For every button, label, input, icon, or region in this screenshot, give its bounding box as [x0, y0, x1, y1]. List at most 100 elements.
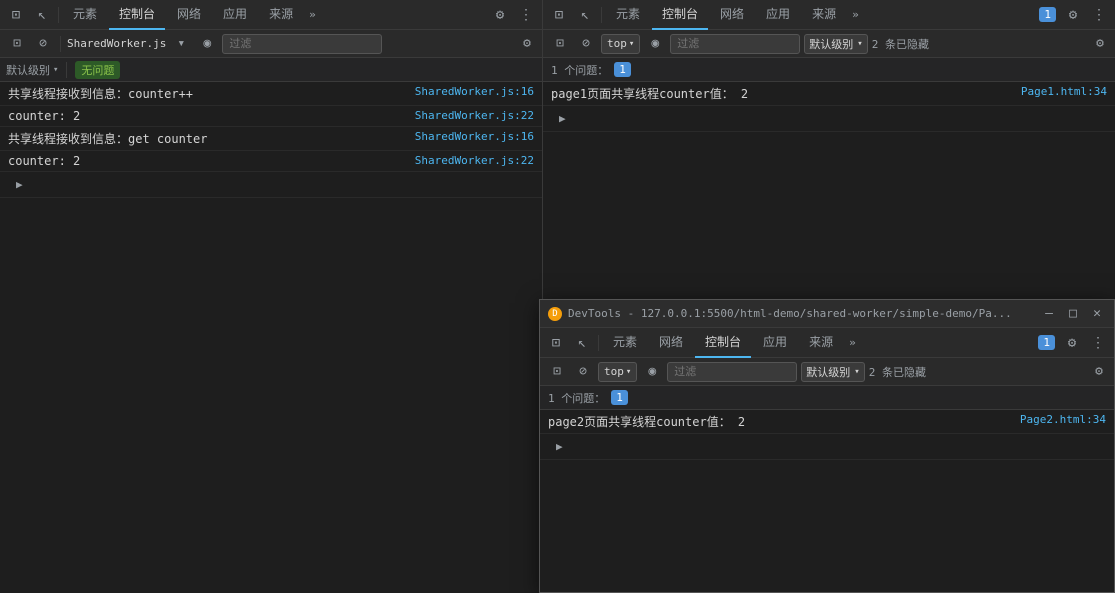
- overlay-issues-badge: 1: [611, 390, 628, 405]
- overlay-toolbar-gear-icon[interactable]: ⚙: [1090, 363, 1108, 381]
- level-chevron-icon: ▾: [53, 65, 58, 75]
- window-title: DevTools - 127.0.0.1:5500/html-demo/shar…: [568, 307, 1034, 320]
- context-dropdown[interactable]: top ▾: [601, 34, 640, 54]
- overlay-more-options-icon[interactable]: ⋮: [1086, 331, 1110, 355]
- overlay-prompt-row[interactable]: ▶: [540, 434, 1114, 460]
- console-row-3: 共享线程接收到信息：get counter SharedWorker.js:16: [0, 127, 542, 151]
- more-options-icon[interactable]: ⋮: [514, 3, 538, 27]
- right-console-row-1: page1页面共享线程counter值： 2 Page1.html:34: [543, 82, 1115, 106]
- minimize-button[interactable]: —: [1040, 305, 1058, 323]
- right-settings-icon[interactable]: ⚙: [1061, 3, 1085, 27]
- right-toolbar: ⊡ ⊘ top ▾ ◉ 默认级别 ▾ 2 条已隐藏 ⚙: [543, 30, 1115, 58]
- console-link-3[interactable]: SharedWorker.js:16: [415, 130, 534, 143]
- right-tab-network[interactable]: 网络: [710, 0, 754, 30]
- right-tab-elements[interactable]: 元素: [606, 0, 650, 30]
- right-more-options-icon[interactable]: ⋮: [1087, 3, 1111, 27]
- console-link-2[interactable]: SharedWorker.js:22: [415, 109, 534, 122]
- tab-application[interactable]: 应用: [213, 0, 257, 30]
- right-eye-icon[interactable]: ◉: [644, 33, 666, 55]
- inspect-icon[interactable]: ⊡: [4, 3, 28, 27]
- console-message-1: 共享线程接收到信息：counter++: [8, 85, 407, 102]
- ban-icon[interactable]: ⊘: [32, 33, 54, 55]
- right-tab-application[interactable]: 应用: [756, 0, 800, 30]
- left-nav-bar: ⊡ ↖ 元素 控制台 网络 应用 来源 » ⚙ ⋮: [0, 0, 542, 30]
- close-button[interactable]: ✕: [1088, 305, 1106, 323]
- tab-elements[interactable]: 元素: [63, 0, 107, 30]
- right-level-chevron-icon: ▾: [857, 39, 862, 49]
- overlay-nav-badge: 1: [1038, 335, 1055, 350]
- toolbar-gear-icon[interactable]: ⚙: [518, 35, 536, 53]
- overlay-filter-input[interactable]: [667, 362, 797, 382]
- overlay-console-row-1: page2页面共享线程counter值： 2 Page2.html:34: [540, 410, 1114, 434]
- favicon-text: D: [552, 309, 557, 319]
- overlay-cursor-icon[interactable]: ↖: [570, 331, 594, 355]
- overlay-level-dropdown[interactable]: 默认级别 ▾: [801, 362, 864, 382]
- overlay-context-value: top: [604, 365, 624, 378]
- right-console-link-1[interactable]: Page1.html:34: [1021, 85, 1107, 98]
- overlay-clear-icon[interactable]: ⊡: [546, 361, 568, 383]
- context-value: top: [607, 37, 627, 50]
- console-link-1[interactable]: SharedWorker.js:16: [415, 85, 534, 98]
- console-row-1: 共享线程接收到信息：counter++ SharedWorker.js:16: [0, 82, 542, 106]
- window-favicon: D: [548, 307, 562, 321]
- right-ban-icon[interactable]: ⊘: [575, 33, 597, 55]
- tab-network[interactable]: 网络: [167, 0, 211, 30]
- overlay-devtools-window: D DevTools - 127.0.0.1:5500/html-demo/sh…: [539, 299, 1115, 593]
- right-clear-console-icon[interactable]: ⊡: [549, 33, 571, 55]
- overlay-tab-network[interactable]: 网络: [649, 328, 693, 358]
- clear-console-icon[interactable]: ⊡: [6, 33, 28, 55]
- right-toolbar-gear-icon[interactable]: ⚙: [1091, 35, 1109, 53]
- issues-label: 1 个问题：: [551, 62, 608, 78]
- hidden-count-label: 2 条已隐藏: [872, 36, 929, 52]
- tab-console[interactable]: 控制台: [109, 0, 165, 30]
- restore-button[interactable]: □: [1064, 305, 1082, 323]
- overlay-eye-icon[interactable]: ◉: [641, 361, 663, 383]
- right-filter-input[interactable]: [670, 34, 800, 54]
- overlay-more-tabs-button[interactable]: »: [845, 336, 860, 349]
- left-console-content[interactable]: 共享线程接收到信息：counter++ SharedWorker.js:16 c…: [0, 82, 542, 593]
- overlay-inspect-icon[interactable]: ⊡: [544, 331, 568, 355]
- overlay-toolbar: ⊡ ⊘ top ▾ ◉ 默认级别 ▾ 2 条已隐藏 ⚙: [540, 358, 1114, 386]
- overlay-settings-icon[interactable]: ⚙: [1060, 331, 1084, 355]
- more-tabs-button[interactable]: »: [305, 8, 320, 21]
- context-chevron-icon: ▾: [629, 39, 634, 49]
- no-issues-badge: 无问题: [75, 61, 120, 79]
- overlay-console-content[interactable]: page2页面共享线程counter值： 2 Page2.html:34 ▶: [540, 410, 1114, 592]
- right-prompt-arrow-icon[interactable]: ▶: [551, 110, 574, 127]
- overlay-context-dropdown[interactable]: top ▾: [598, 362, 637, 382]
- worker-context-label: SharedWorker.js: [67, 37, 166, 50]
- overlay-console-link-1[interactable]: Page2.html:34: [1020, 413, 1106, 426]
- filter-input[interactable]: [222, 34, 382, 54]
- console-message-3: 共享线程接收到信息：get counter: [8, 130, 407, 147]
- prompt-arrow-icon[interactable]: ▶: [8, 176, 31, 193]
- eye-icon[interactable]: ◉: [196, 33, 218, 55]
- context-chevron-icon[interactable]: ▾: [170, 33, 192, 55]
- level-dropdown[interactable]: 默认级别 ▾: [6, 62, 58, 78]
- overlay-tab-application[interactable]: 应用: [753, 328, 797, 358]
- right-inspect-icon[interactable]: ⊡: [547, 3, 571, 27]
- right-tab-sources[interactable]: 来源: [802, 0, 846, 30]
- right-cursor-icon[interactable]: ↖: [573, 3, 597, 27]
- console-link-4[interactable]: SharedWorker.js:22: [415, 154, 534, 167]
- tab-sources[interactable]: 来源: [259, 0, 303, 30]
- right-more-tabs-button[interactable]: »: [848, 8, 863, 21]
- overlay-nav-bar: ⊡ ↖ 元素 网络 控制台 应用 来源 » 1 ⚙ ⋮: [540, 328, 1114, 358]
- right-level-label: 默认级别: [809, 36, 853, 52]
- overlay-level-label: 默认级别: [806, 364, 850, 380]
- console-prompt-row[interactable]: ▶: [0, 172, 542, 198]
- settings-icon[interactable]: ⚙: [488, 3, 512, 27]
- right-prompt-row[interactable]: ▶: [543, 106, 1115, 132]
- overlay-tab-elements[interactable]: 元素: [603, 328, 647, 358]
- right-nav-badge: 1: [1039, 7, 1056, 22]
- overlay-prompt-arrow-icon[interactable]: ▶: [548, 438, 571, 455]
- cursor-icon[interactable]: ↖: [30, 3, 54, 27]
- overlay-tab-console[interactable]: 控制台: [695, 328, 751, 358]
- filter-divider: [66, 62, 67, 78]
- right-level-dropdown[interactable]: 默认级别 ▾: [804, 34, 867, 54]
- overlay-context-chevron-icon: ▾: [626, 367, 631, 377]
- overlay-tab-sources[interactable]: 来源: [799, 328, 843, 358]
- right-tab-console[interactable]: 控制台: [652, 0, 708, 30]
- level-label: 默认级别: [6, 62, 50, 78]
- overlay-ban-icon[interactable]: ⊘: [572, 361, 594, 383]
- console-row-2: counter: 2 SharedWorker.js:22: [0, 106, 542, 127]
